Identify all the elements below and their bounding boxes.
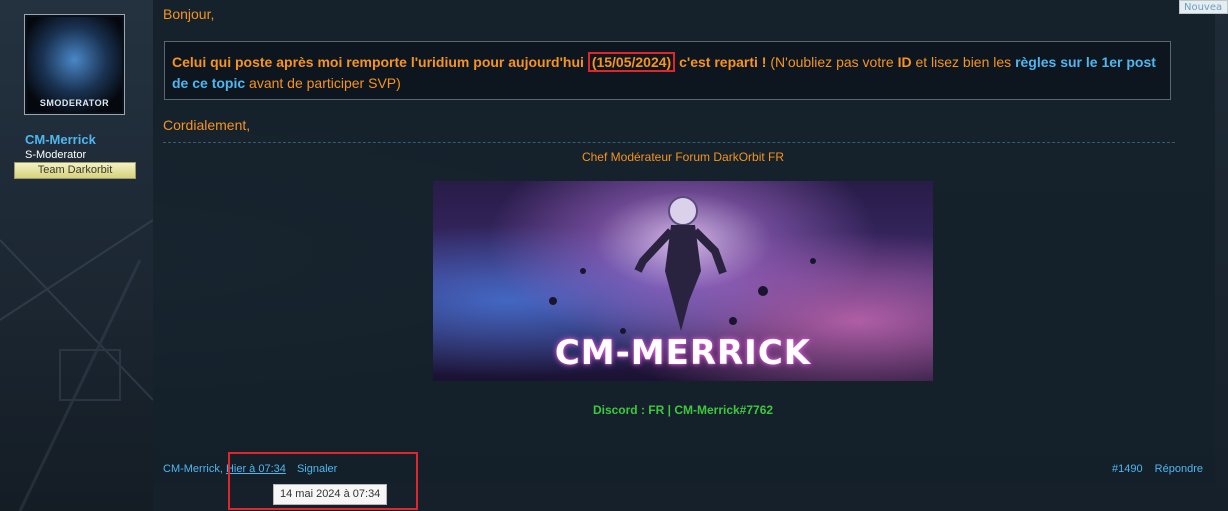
quote-id-word: ID (897, 54, 912, 70)
signature-title: Chef Modérateur Forum DarkOrbit FR (581, 150, 785, 164)
timestamp-tooltip: 14 mai 2024 à 07:34 (273, 484, 388, 505)
post-author-link[interactable]: CM-Merrick, (163, 463, 223, 475)
avatar-image: SMODERATOR (27, 17, 122, 112)
quote-box: Celui qui poste après moi remporte l'uri… (164, 41, 1171, 100)
quote-text-2: et lisez bien les (915, 54, 1012, 70)
quote-bold-after-date: c'est reparti ! (679, 54, 767, 70)
discord-contact: Discord : FR | CM-Merrick#7762 (592, 403, 774, 417)
avatar[interactable]: SMODERATOR (24, 14, 125, 115)
decorative-lines (0, 219, 153, 511)
new-badge[interactable]: Nouvea (1179, 0, 1228, 14)
quote-bold-intro: Celui qui poste après moi remporte l'uri… (172, 54, 584, 70)
user-banner: Team Darkorbit (14, 162, 136, 179)
post-sign-off: Cordialement, (163, 117, 251, 133)
reply-link[interactable]: Répondre (1155, 463, 1203, 475)
post-number-link[interactable]: #1490 (1112, 463, 1143, 475)
quote-date-highlight: (15/05/2024) (587, 52, 676, 72)
quote-text-3: avant de participer SVP) (249, 75, 401, 91)
username-link[interactable]: CM-Merrick (25, 132, 96, 147)
quote-text-1: (N'oubliez pas votre (770, 54, 894, 70)
signature-banner-text: CM-MERRICK (554, 333, 812, 373)
post-footer-right: #1490 Répondre (1112, 463, 1203, 475)
signature-banner-image: CM-MERRICK (433, 181, 933, 381)
user-title: S-Moderator (25, 149, 87, 161)
signature-divider (163, 142, 1175, 143)
avatar-label: SMODERATOR (39, 98, 110, 108)
post-greeting: Bonjour, (163, 6, 215, 22)
